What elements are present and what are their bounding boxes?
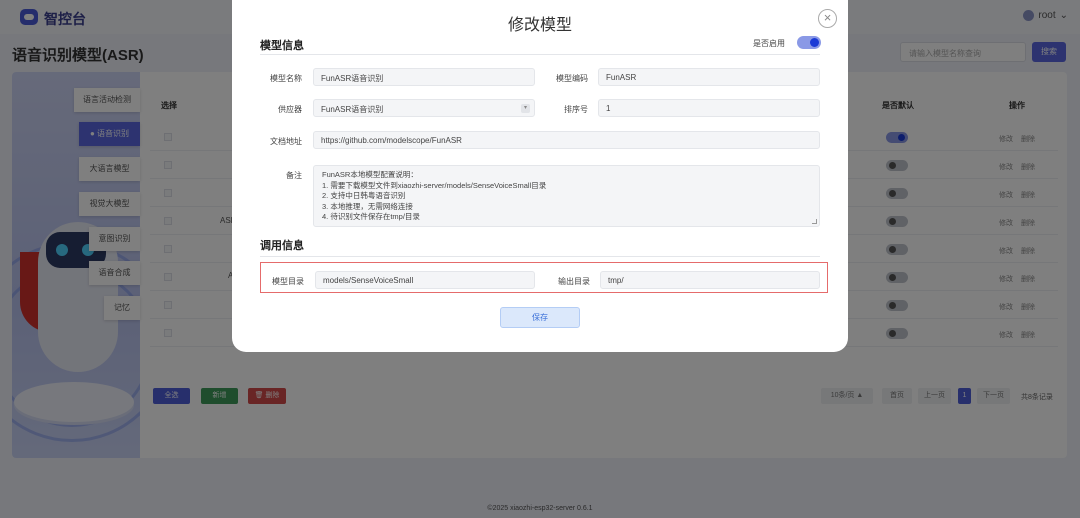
remark-textarea[interactable]: FunASR本地模型配置说明： 1. 需要下载模型文件到xiaozhi-serv… (313, 165, 820, 227)
model-dir-field[interactable]: models/SenseVoiceSmall (315, 271, 535, 289)
model-dir-label: 模型目录 (272, 277, 304, 286)
divider (260, 54, 820, 55)
dialog-title: 修改模型 (507, 17, 572, 34)
section-title-model-info: 模型信息 (260, 40, 304, 52)
model-code-label: 模型编码 (556, 74, 588, 83)
edit-model-dialog: 修改模型 × 模型信息 是否启用 模型名称 FunASR语音识别 模型编码 Fu… (232, 0, 848, 352)
remark-label: 备注 (286, 171, 302, 180)
supplier-select[interactable]: FunASR语音识别 ▾ (313, 99, 535, 117)
enabled-label: 是否启用 (753, 39, 785, 48)
close-icon[interactable]: × (818, 9, 837, 28)
section-title-call-info: 调用信息 (260, 240, 304, 252)
sort-label: 排序号 (564, 105, 588, 114)
model-name-field[interactable]: FunASR语音识别 (313, 68, 535, 86)
save-button[interactable]: 保存 (500, 307, 580, 328)
supplier-label: 供应器 (278, 105, 302, 114)
model-name-label: 模型名称 (270, 74, 302, 83)
doc-url-label: 文档地址 (270, 137, 302, 146)
output-dir-field[interactable]: tmp/ (600, 271, 820, 289)
resize-handle-icon[interactable] (812, 219, 817, 224)
enabled-toggle[interactable] (797, 36, 821, 49)
doc-url-field[interactable]: https://github.com/modelscope/FunASR (313, 131, 820, 149)
divider (260, 256, 820, 257)
sort-field[interactable]: 1 (598, 99, 820, 117)
model-code-field[interactable]: FunASR (598, 68, 820, 86)
output-dir-label: 输出目录 (558, 277, 590, 286)
